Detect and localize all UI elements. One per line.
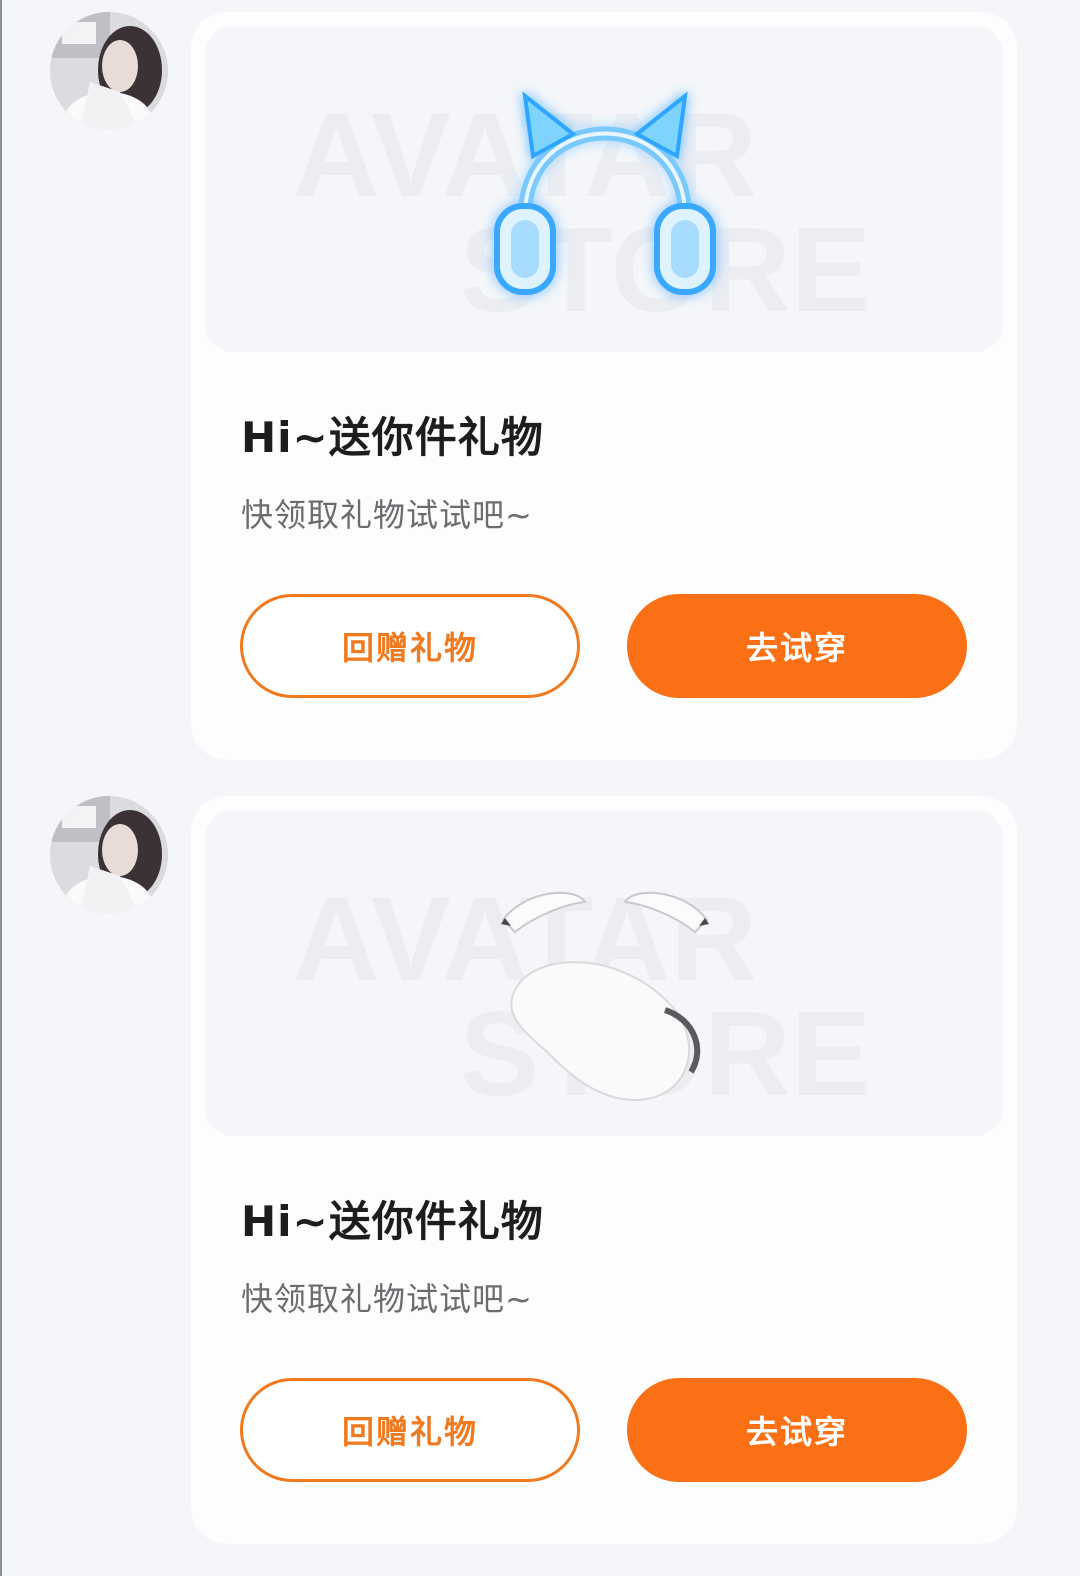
return-gift-button[interactable]: 回赠礼物	[240, 1378, 580, 1482]
try-on-button[interactable]: 去试穿	[627, 1378, 967, 1482]
return-gift-button[interactable]: 回赠礼物	[240, 594, 580, 698]
try-on-button[interactable]: 去试穿	[627, 594, 967, 698]
gift-card: AVATAR STORE	[191, 12, 1017, 760]
gift-preview[interactable]: AVATAR STORE	[205, 26, 1003, 352]
gift-title: Hi~送你件礼物	[241, 1197, 544, 1246]
sender-avatar[interactable]	[50, 796, 168, 914]
cat-ear-headphones-icon	[494, 91, 716, 295]
sender-avatar[interactable]	[50, 12, 168, 130]
gift-card: AVATAR STORE Hi~送你件礼物 快领取礼物试试吧~ 回赠礼物 去试穿	[191, 796, 1017, 1544]
left-edge-divider	[0, 0, 2, 1576]
gift-title: Hi~送你件礼物	[241, 413, 544, 462]
gift-preview[interactable]: AVATAR STORE	[205, 810, 1003, 1136]
brows-and-mustache-icon	[501, 891, 709, 1102]
gift-subtitle: 快领取礼物试试吧~	[241, 496, 533, 534]
gift-subtitle: 快领取礼物试试吧~	[241, 1280, 533, 1318]
